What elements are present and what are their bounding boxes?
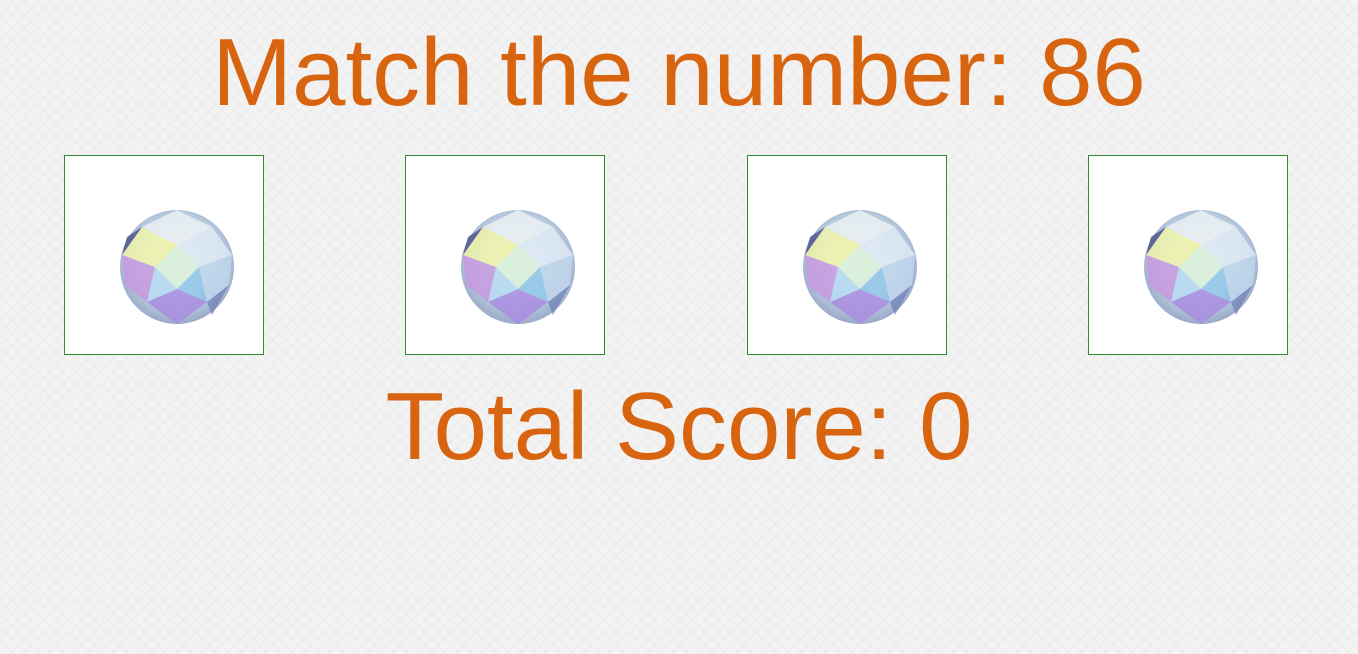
score-value: 0: [919, 373, 973, 480]
diamond-icon: [803, 210, 917, 324]
crystal-button-1[interactable]: [64, 155, 264, 355]
target-label: Match the number:: [212, 19, 1013, 126]
score-label: Total Score:: [385, 373, 893, 480]
diamond-icon: [120, 210, 234, 324]
crystal-button-2[interactable]: [405, 155, 605, 355]
diamond-icon: [1144, 210, 1258, 324]
total-score-display: Total Score: 0: [0, 372, 1358, 482]
crystal-button-3[interactable]: [747, 155, 947, 355]
target-value: 86: [1039, 19, 1146, 126]
crystal-button-4[interactable]: [1088, 155, 1288, 355]
diamond-icon: [461, 210, 575, 324]
target-number-heading: Match the number: 86: [0, 18, 1358, 128]
